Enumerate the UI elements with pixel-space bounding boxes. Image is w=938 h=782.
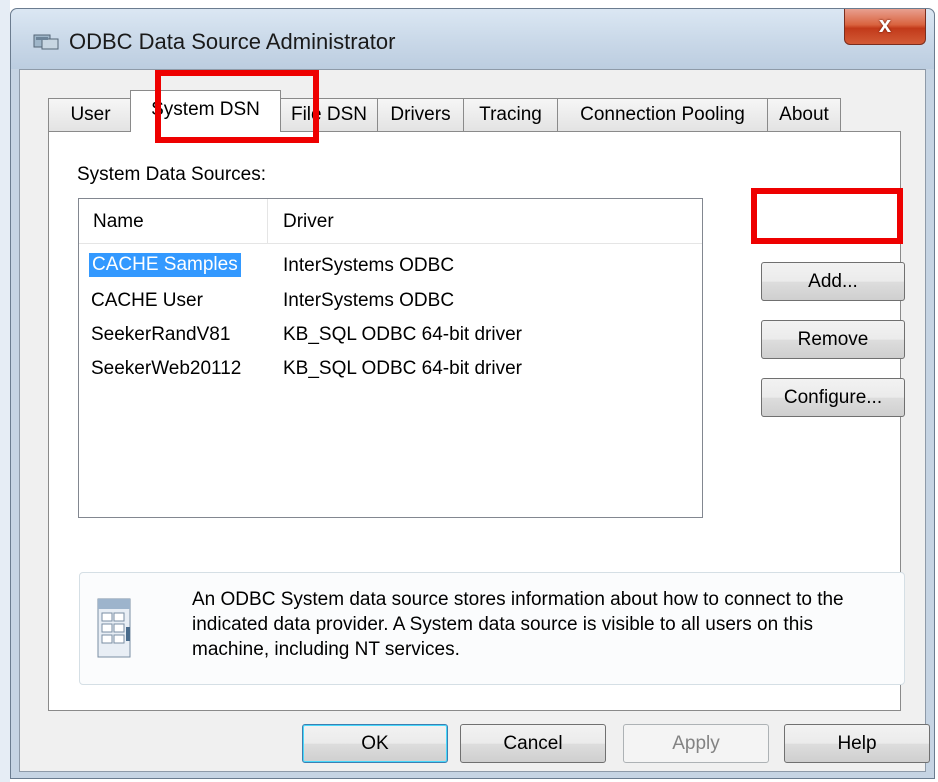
list-header: Name Driver: [79, 199, 702, 244]
configure-button[interactable]: Configure...: [761, 378, 905, 417]
list-item[interactable]: SeekerWeb20112 KB_SQL ODBC 64-bit driver: [79, 352, 702, 387]
system-data-sources-label: System Data Sources:: [77, 164, 267, 185]
tab-drivers[interactable]: Drivers: [377, 98, 464, 131]
row-name: CACHE Samples: [89, 253, 241, 277]
tab-tracing[interactable]: Tracing: [463, 98, 558, 131]
row-driver: InterSystems ODBC: [283, 290, 455, 311]
close-button[interactable]: x: [844, 9, 926, 45]
info-description: An ODBC System data source stores inform…: [192, 589, 844, 660]
cancel-button[interactable]: Cancel: [460, 724, 606, 763]
add-highlight-box: [751, 188, 903, 244]
tab-user-dsn[interactable]: User DSN: [48, 98, 133, 157]
odbc-app-icon: [33, 34, 59, 50]
row-driver: InterSystems ODBC: [283, 255, 455, 276]
tab-connection-pooling[interactable]: Connection Pooling: [557, 98, 768, 131]
close-icon: x: [878, 12, 892, 37]
remove-button[interactable]: Remove: [761, 320, 905, 359]
title-bar[interactable]: ODBC Data Source Administrator x: [11, 9, 934, 69]
odbc-window: ODBC Data Source Administrator x User DS…: [10, 8, 935, 779]
ok-button[interactable]: OK: [302, 724, 448, 763]
list-item[interactable]: SeekerRandV81 KB_SQL ODBC 64-bit driver: [79, 318, 702, 353]
row-name: SeekerWeb20112: [91, 358, 242, 379]
apply-button[interactable]: Apply: [623, 724, 769, 763]
list-item[interactable]: CACHE User InterSystems ODBC: [79, 284, 702, 319]
add-button[interactable]: Add...: [761, 262, 905, 301]
list-item[interactable]: CACHE Samples InterSystems ODBC: [79, 249, 702, 284]
background-strip: [0, 0, 10, 782]
window-title: ODBC Data Source Administrator: [69, 29, 396, 54]
data-source-icon: [97, 598, 131, 658]
row-name: SeekerRandV81: [91, 324, 231, 345]
help-button[interactable]: Help: [784, 724, 930, 763]
column-driver-header[interactable]: Driver: [283, 211, 334, 233]
dialog-body: User DSN System DSN File DSN Drivers Tra…: [19, 69, 930, 772]
row-driver: KB_SQL ODBC 64-bit driver: [283, 324, 522, 345]
column-separator[interactable]: [267, 199, 268, 243]
data-sources-list[interactable]: Name Driver CACHE Samples InterSystems O…: [78, 198, 703, 518]
row-name: CACHE User: [91, 290, 203, 311]
info-box: An ODBC System data source stores inform…: [79, 572, 905, 685]
row-driver: KB_SQL ODBC 64-bit driver: [283, 358, 522, 379]
column-name-header[interactable]: Name: [93, 211, 144, 233]
tab-highlight-box: [155, 70, 319, 143]
tab-about[interactable]: About: [767, 98, 841, 131]
